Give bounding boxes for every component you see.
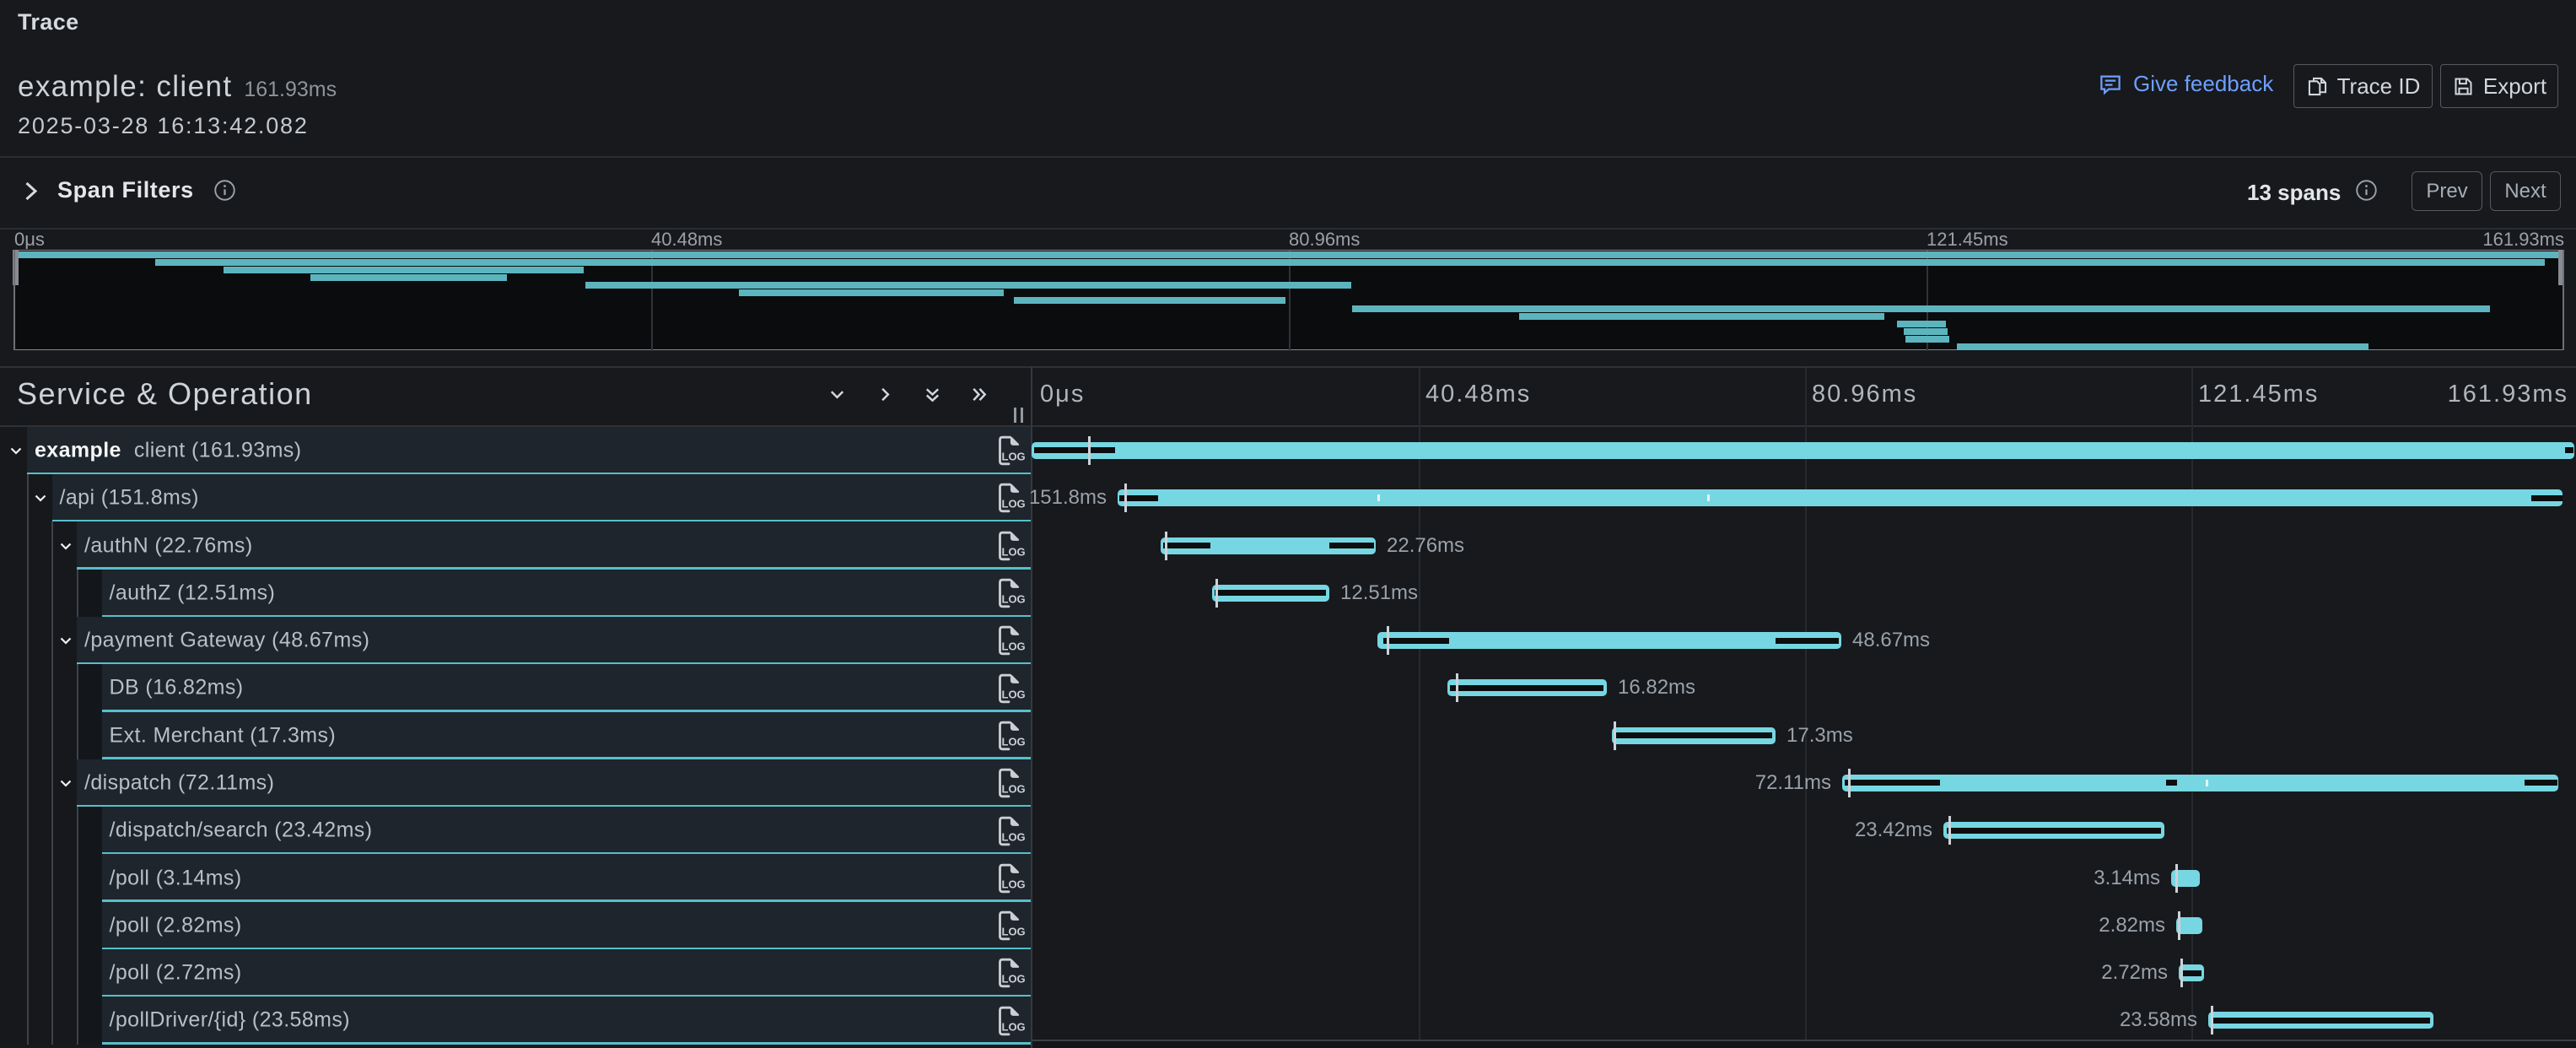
svg-text:LOG: LOG xyxy=(1002,830,1026,843)
svg-text:LOG: LOG xyxy=(1002,1020,1026,1033)
svg-text:LOG: LOG xyxy=(1002,545,1026,558)
svg-text:LOG: LOG xyxy=(1002,688,1026,700)
svg-text:LOG: LOG xyxy=(1002,592,1026,605)
svg-text:LOG: LOG xyxy=(1002,782,1026,795)
svg-text:LOG: LOG xyxy=(1002,640,1026,652)
svg-text:LOG: LOG xyxy=(1002,925,1026,937)
svg-text:LOG: LOG xyxy=(1002,972,1026,985)
svg-text:LOG: LOG xyxy=(1002,735,1026,748)
svg-text:LOG: LOG xyxy=(1002,450,1026,462)
svg-text:LOG: LOG xyxy=(1002,878,1026,890)
